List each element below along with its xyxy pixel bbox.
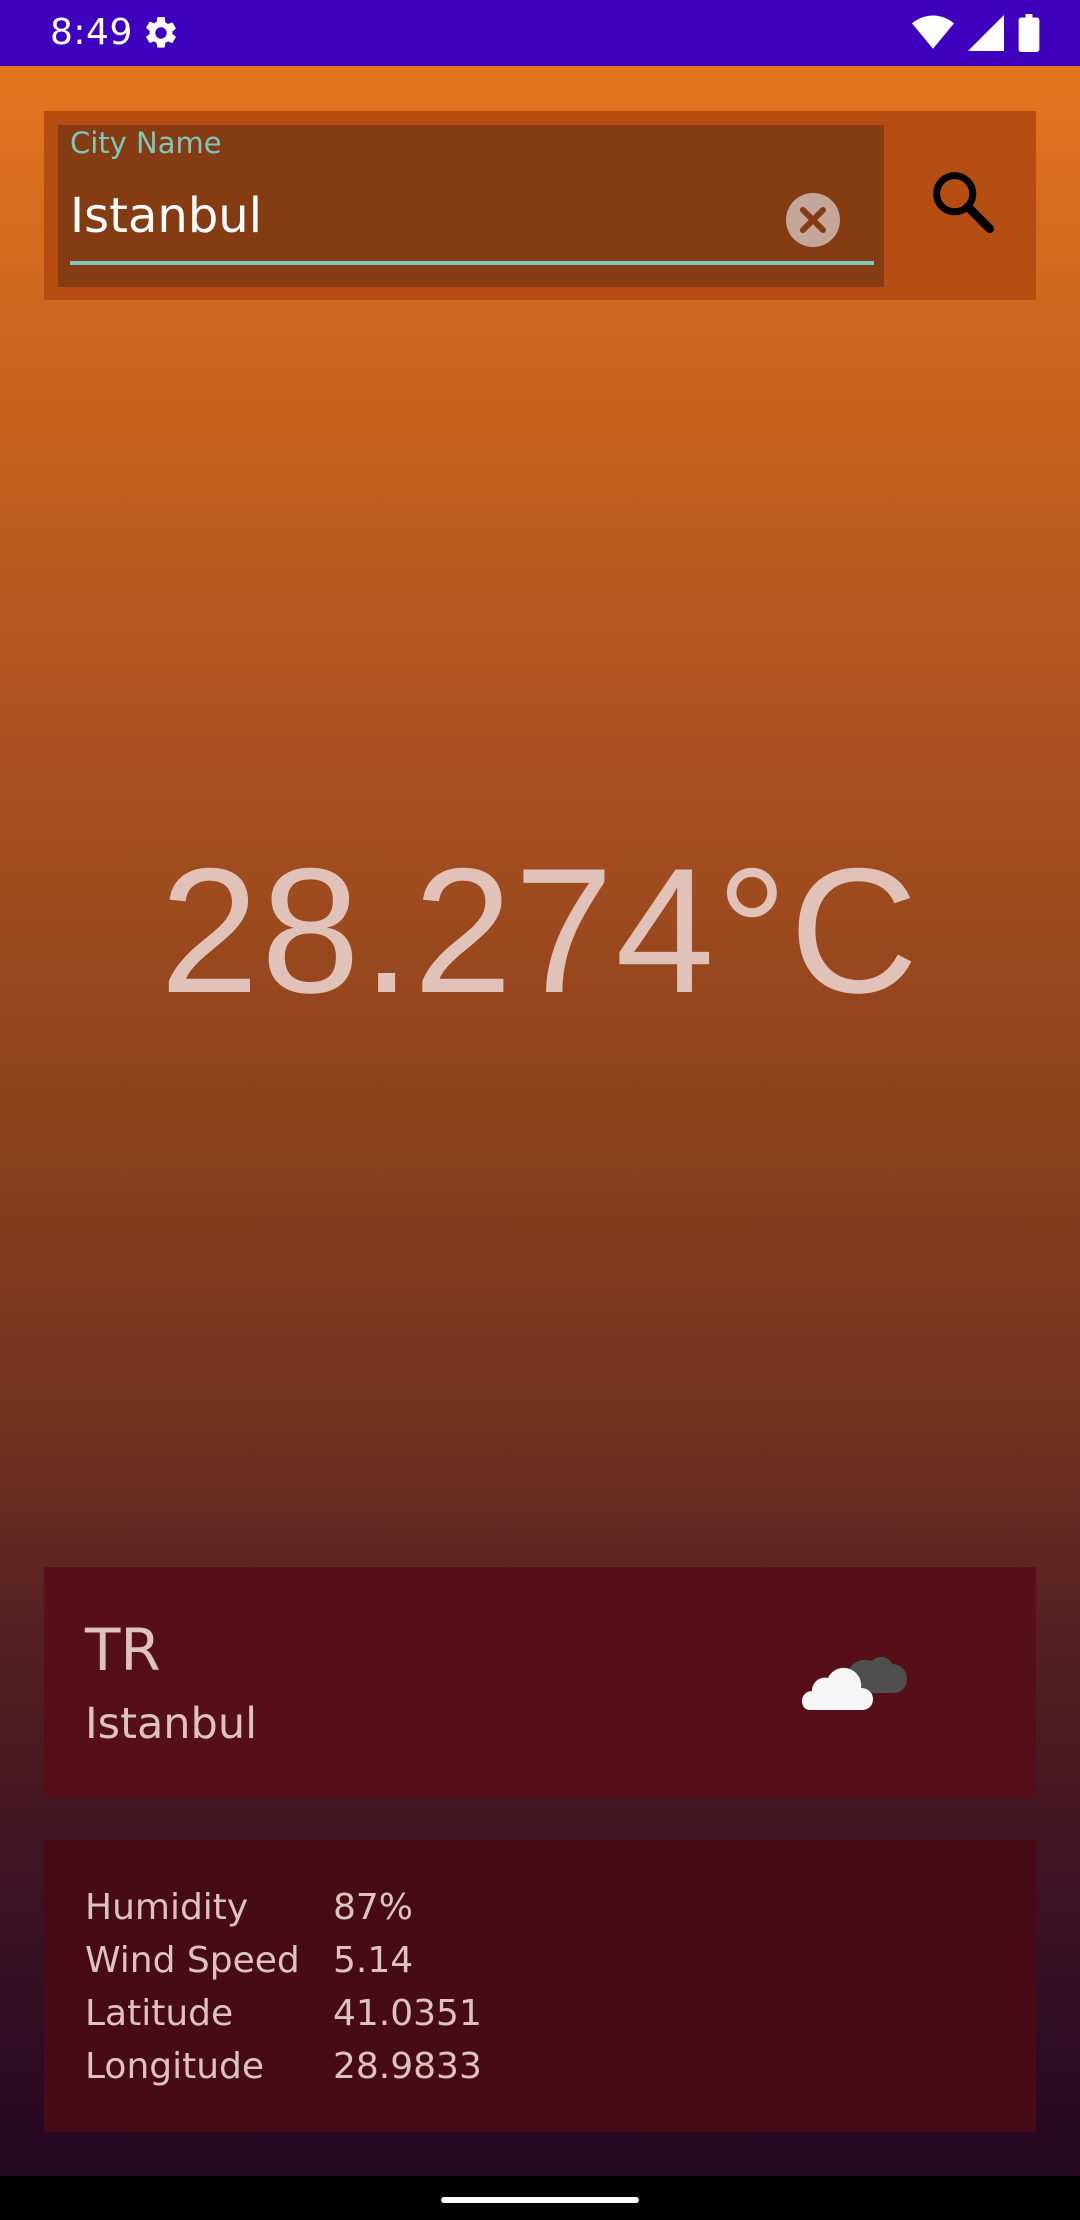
city-name-input[interactable]: Istanbul	[70, 187, 262, 245]
status-bar: 8:49	[0, 0, 1080, 66]
latitude-value: 41.0351	[333, 1993, 482, 2034]
search-button[interactable]	[912, 151, 1012, 251]
wind-speed-value: 5.14	[333, 1940, 414, 1981]
detail-row-latitude: Latitude 41.0351	[85, 1987, 985, 2040]
search-icon	[933, 172, 995, 234]
signal-icon	[968, 15, 1004, 51]
home-gesture-handle[interactable]	[441, 2197, 639, 2203]
screen: 8:49 City Name Istanbul 28.274°C TR Ista…	[0, 0, 1080, 2220]
latitude-label: Latitude	[85, 1993, 234, 2034]
humidity-value: 87%	[333, 1887, 414, 1928]
longitude-value: 28.9833	[333, 2046, 482, 2087]
navigation-bar	[0, 2176, 1080, 2220]
app-content: City Name Istanbul 28.274°C TR Istanbul	[0, 66, 1080, 2176]
clear-circle-icon[interactable]	[786, 193, 840, 247]
cloud-icon	[802, 1656, 907, 1710]
details-card: Humidity 87% Wind Speed 5.14 Latitude 41…	[44, 1840, 1036, 2132]
battery-icon	[1018, 14, 1040, 52]
temperature-readout: 28.274°C	[159, 831, 921, 1030]
city-name-field[interactable]: City Name Istanbul	[58, 125, 884, 287]
city-name-label: City Name	[70, 126, 222, 160]
input-underline	[70, 261, 874, 265]
status-time: 8:49	[50, 12, 133, 53]
location-city: Istanbul	[85, 1699, 258, 1749]
search-card: City Name Istanbul	[44, 111, 1036, 300]
location-card: TR Istanbul	[44, 1567, 1036, 1798]
wind-speed-label: Wind Speed	[85, 1940, 300, 1981]
detail-row-wind-speed: Wind Speed 5.14	[85, 1934, 985, 1987]
longitude-label: Longitude	[85, 2046, 265, 2087]
wifi-icon	[912, 15, 954, 49]
detail-row-longitude: Longitude 28.9833	[85, 2040, 985, 2093]
status-icons	[912, 12, 1040, 54]
country-code: TR	[85, 1616, 161, 1684]
gear-icon	[146, 17, 176, 48]
detail-row-humidity: Humidity 87%	[85, 1881, 985, 1934]
humidity-label: Humidity	[85, 1887, 249, 1928]
